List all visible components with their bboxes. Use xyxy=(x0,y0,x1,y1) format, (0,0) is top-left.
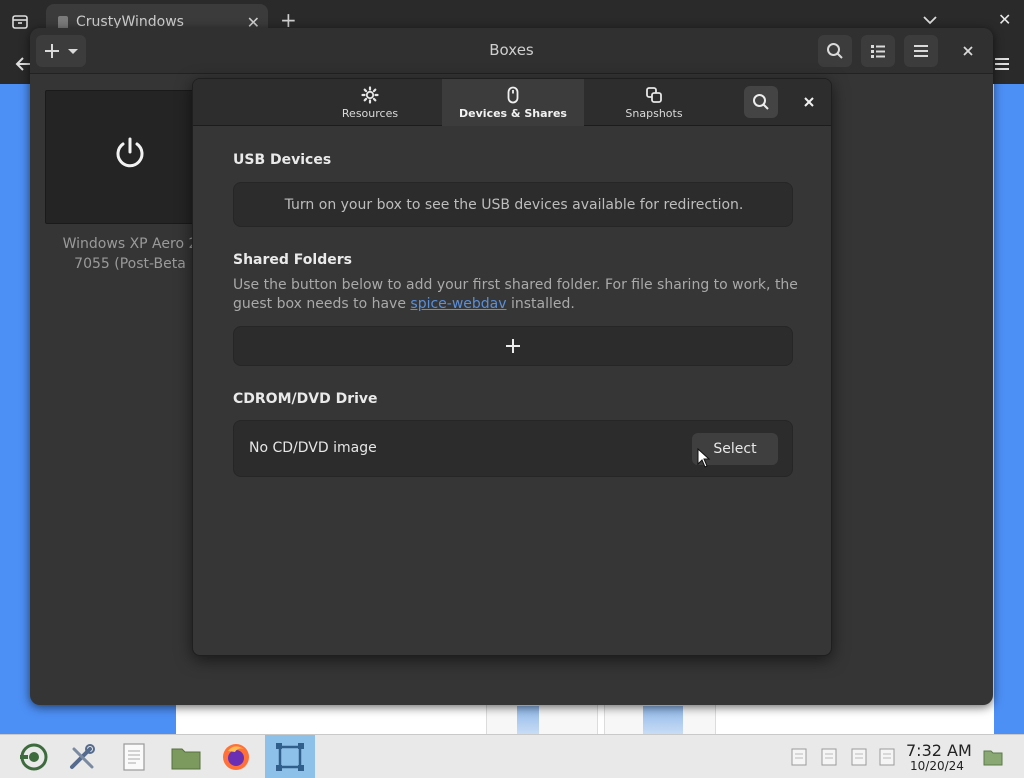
tools-icon xyxy=(70,744,95,769)
tab-snapshots[interactable]: Snapshots xyxy=(583,79,725,126)
search-icon xyxy=(753,94,769,110)
power-icon xyxy=(116,137,144,168)
tab-list-icon[interactable] xyxy=(8,10,32,34)
mouse-icon xyxy=(507,86,519,104)
usb-section-title: USB Devices xyxy=(233,152,332,168)
document-tray-icon[interactable] xyxy=(850,747,868,767)
snapshots-icon xyxy=(646,87,662,103)
tab-label: Devices & Shares xyxy=(459,107,567,120)
gear-icon xyxy=(361,86,379,104)
show-desktop-icon[interactable] xyxy=(982,747,1004,767)
usb-devices-card: Turn on your box to see the USB devices … xyxy=(233,182,793,227)
firefox-icon xyxy=(223,744,249,770)
clock-time[interactable]: 7:32 AM xyxy=(906,741,972,760)
page-thumbnail xyxy=(604,700,716,734)
vm-name-label[interactable]: Windows XP Aero 2 7055 (Post-Beta xyxy=(45,234,215,274)
add-shared-folder-button[interactable] xyxy=(233,326,793,366)
hamburger-menu-icon[interactable] xyxy=(992,54,1012,74)
document-tray-icon[interactable] xyxy=(820,747,838,767)
tab-devices-shares[interactable]: Devices & Shares xyxy=(442,79,584,126)
folder-icon xyxy=(171,748,201,770)
tab-resources[interactable]: Resources xyxy=(299,79,441,126)
page-thumbnail xyxy=(486,700,598,734)
spice-webdav-link[interactable]: spice-webdav xyxy=(410,296,506,312)
vm-thumbnail[interactable] xyxy=(45,90,215,224)
boxes-app-icon xyxy=(276,743,304,771)
hamburger-menu-icon xyxy=(914,45,928,57)
main-menu-button[interactable] xyxy=(904,35,938,67)
boxes-close-button[interactable] xyxy=(952,35,984,67)
tab-label: Snapshots xyxy=(625,107,683,120)
taskbar: 7:32 AM 10/20/24 xyxy=(0,734,1024,778)
boxes-task-button[interactable] xyxy=(265,735,315,778)
start-menu-button[interactable] xyxy=(16,739,52,775)
list-view-icon xyxy=(871,45,885,58)
shared-folders-description: Use the button below to add your first s… xyxy=(233,276,803,314)
shared-folders-title: Shared Folders xyxy=(233,252,352,268)
close-icon xyxy=(963,46,973,56)
thumbnail-art xyxy=(643,706,683,734)
clipboard-tray-icon[interactable] xyxy=(790,747,808,767)
distro-logo-icon xyxy=(20,743,48,771)
settings-tools-button[interactable] xyxy=(64,739,100,775)
search-button[interactable] xyxy=(818,35,852,67)
browser-close-button[interactable]: ✕ xyxy=(998,10,1011,29)
close-icon xyxy=(804,97,814,107)
search-icon xyxy=(827,43,843,59)
mouse-cursor-icon xyxy=(697,448,711,468)
text-editor-button[interactable] xyxy=(116,739,152,775)
document-tray-icon[interactable] xyxy=(878,747,896,767)
plus-icon xyxy=(506,339,520,353)
cdrom-section-title: CDROM/DVD Drive xyxy=(233,391,378,407)
chevron-down-icon[interactable] xyxy=(920,10,940,30)
file-manager-button[interactable] xyxy=(168,739,204,775)
dialog-search-button[interactable] xyxy=(744,86,778,118)
boxes-header-bar: Boxes xyxy=(30,28,993,74)
cdrom-status-label: No CD/DVD image xyxy=(249,440,377,456)
properties-dialog: Resources Devices & Shares Snapshots USB… xyxy=(192,78,832,656)
dialog-header: Resources Devices & Shares Snapshots xyxy=(193,79,831,126)
text-document-icon xyxy=(123,743,145,771)
shared-desc-text-end: installed. xyxy=(506,296,575,312)
usb-message: Turn on your box to see the USB devices … xyxy=(284,197,744,213)
tab-label: Resources xyxy=(341,107,399,120)
firefox-button[interactable] xyxy=(218,739,254,775)
list-view-button[interactable] xyxy=(861,35,895,67)
clock-date[interactable]: 10/20/24 xyxy=(910,759,964,773)
dialog-close-button[interactable] xyxy=(793,86,825,118)
thumbnail-art xyxy=(517,706,539,734)
